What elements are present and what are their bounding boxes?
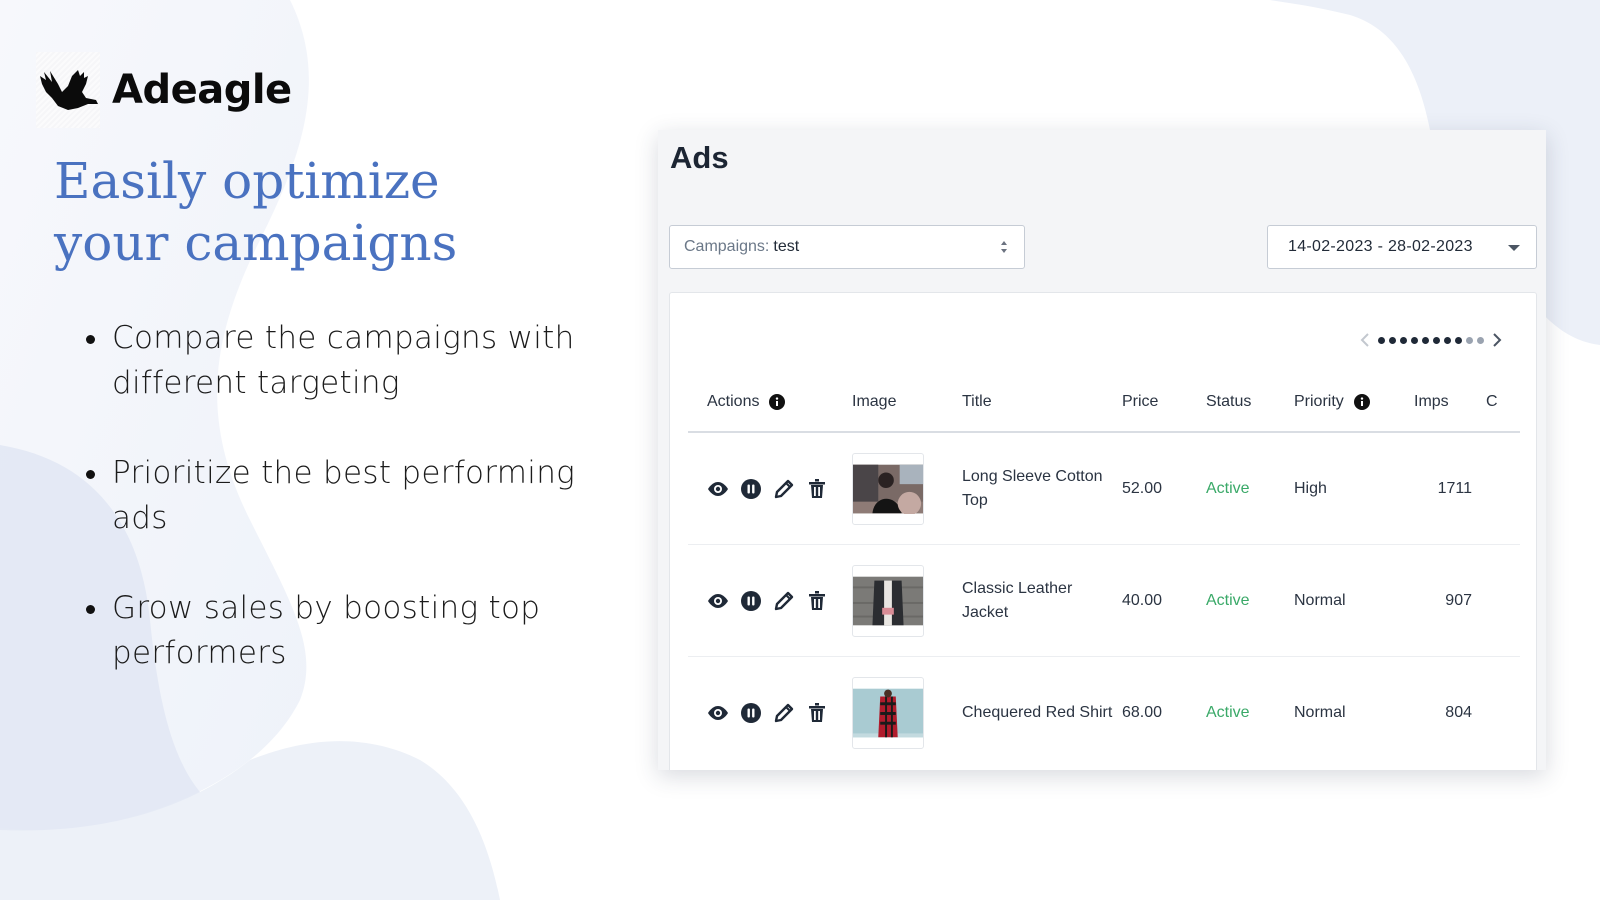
row-price: 52.00 <box>1122 479 1163 497</box>
delete-icon[interactable] <box>806 590 828 612</box>
feature-item: Grow sales by boosting top performers <box>82 586 582 676</box>
column-price[interactable]: Price <box>1122 393 1206 411</box>
column-label: Priority <box>1294 393 1344 410</box>
table-header: Actions Image Title Price Status Priorit… <box>688 373 1520 433</box>
column-truncated[interactable]: C <box>1480 393 1520 411</box>
row-image-cell <box>852 452 962 525</box>
pager <box>1358 331 1504 349</box>
column-actions[interactable]: Actions <box>688 393 852 411</box>
delete-icon[interactable] <box>806 702 828 724</box>
table-row: Long Sleeve Cotton Top 52.00 Active High… <box>688 433 1520 545</box>
table-row: Chequered Red Shirt 68.00 Active Normal … <box>688 657 1520 769</box>
row-status: Active <box>1206 704 1250 721</box>
product-photo <box>853 688 923 738</box>
edit-icon[interactable] <box>773 702 795 724</box>
view-icon[interactable] <box>707 478 729 500</box>
page-title: Ads <box>670 140 729 175</box>
feature-text: Compare the campaigns with different tar… <box>112 320 575 401</box>
chevron-left-icon[interactable] <box>1358 331 1372 349</box>
feature-text: Prioritize the best performing ads <box>112 455 576 536</box>
table-row: Classic Leather Jacket 40.00 Active Norm… <box>688 545 1520 657</box>
brand-name: Adeagle <box>112 67 292 113</box>
row-priority: Normal <box>1294 704 1346 721</box>
caret-down-icon <box>1508 245 1520 251</box>
row-title[interactable]: Long Sleeve Cotton Top <box>962 465 1122 513</box>
pager-dot[interactable] <box>1444 336 1451 344</box>
feature-text: Grow sales by boosting top performers <box>112 590 541 671</box>
edit-icon[interactable] <box>773 478 795 500</box>
row-title[interactable]: Classic Leather Jacket <box>962 577 1122 625</box>
row-price: 40.00 <box>1122 591 1163 609</box>
chevron-right-icon[interactable] <box>1490 331 1504 349</box>
column-priority[interactable]: Priority <box>1294 393 1404 411</box>
row-status: Active <box>1206 591 1250 609</box>
headline-line-2: your campaigns <box>54 214 458 272</box>
ads-table-card: Actions Image Title Price Status Priorit… <box>669 292 1537 770</box>
column-label: Actions <box>707 393 760 410</box>
pager-dot[interactable] <box>1400 336 1407 344</box>
row-priority: Normal <box>1294 591 1346 609</box>
view-icon[interactable] <box>707 702 729 724</box>
column-title[interactable]: Title <box>962 390 1122 414</box>
row-actions <box>688 478 852 500</box>
pause-icon[interactable] <box>740 702 762 724</box>
brand: Adeagle <box>36 52 292 128</box>
date-range-value: 14-02-2023 - 28-02-2023 <box>1288 238 1473 255</box>
column-imps[interactable]: Imps <box>1404 393 1480 411</box>
row-image-cell <box>852 677 962 749</box>
campaign-select[interactable]: Campaigns: test <box>669 225 1025 269</box>
product-thumbnail[interactable] <box>852 452 924 525</box>
bullet-icon <box>86 470 95 479</box>
row-actions <box>688 702 852 724</box>
campaign-select-label: Campaigns: <box>684 238 770 255</box>
ads-app-window: Ads Campaigns: test 14-02-2023 - 28-02-2… <box>658 130 1546 770</box>
row-imps: 1711 <box>1437 479 1472 497</box>
row-imps: 804 <box>1445 704 1472 721</box>
row-actions <box>688 590 852 612</box>
eagle-icon <box>36 52 100 128</box>
pager-dot[interactable] <box>1477 336 1484 344</box>
select-updown-icon <box>1001 241 1007 253</box>
row-title[interactable]: Chequered Red Shirt <box>962 701 1122 725</box>
row-status: Active <box>1206 479 1250 497</box>
pager-dot[interactable] <box>1455 336 1462 344</box>
bullet-icon <box>86 605 95 614</box>
product-photo <box>853 464 923 514</box>
headline-line-1: Easily optimize <box>54 152 440 210</box>
feature-list: Compare the campaigns with different tar… <box>82 316 582 721</box>
pager-dot[interactable] <box>1466 336 1473 344</box>
table-body: Long Sleeve Cotton Top 52.00 Active High… <box>688 433 1520 769</box>
column-image[interactable]: Image <box>852 393 962 411</box>
pager-dot[interactable] <box>1433 336 1440 344</box>
product-thumbnail[interactable] <box>852 564 924 637</box>
edit-icon[interactable] <box>773 590 795 612</box>
product-photo <box>853 576 923 625</box>
column-status[interactable]: Status <box>1206 393 1294 411</box>
pause-icon[interactable] <box>740 478 762 500</box>
row-priority: High <box>1294 479 1327 497</box>
row-image-cell <box>852 564 962 637</box>
info-icon[interactable] <box>769 394 786 410</box>
row-imps: 907 <box>1445 591 1472 609</box>
headline: Easily optimize your campaigns <box>54 150 457 274</box>
feature-item: Prioritize the best performing ads <box>82 451 582 541</box>
campaign-select-value: test <box>773 238 800 255</box>
product-thumbnail[interactable] <box>852 677 924 749</box>
pager-dot[interactable] <box>1389 336 1396 344</box>
feature-item: Compare the campaigns with different tar… <box>82 316 582 406</box>
pager-dots <box>1376 336 1486 344</box>
pause-icon[interactable] <box>740 590 762 612</box>
date-range-picker[interactable]: 14-02-2023 - 28-02-2023 <box>1267 225 1537 269</box>
view-icon[interactable] <box>707 590 729 612</box>
row-price: 68.00 <box>1122 704 1163 721</box>
ads-table: Actions Image Title Price Status Priorit… <box>688 373 1520 769</box>
pager-dot[interactable] <box>1378 336 1385 344</box>
pager-dot[interactable] <box>1422 336 1429 344</box>
pager-dot[interactable] <box>1411 336 1418 344</box>
bullet-icon <box>86 335 95 344</box>
delete-icon[interactable] <box>806 478 828 500</box>
info-icon[interactable] <box>1353 394 1370 410</box>
